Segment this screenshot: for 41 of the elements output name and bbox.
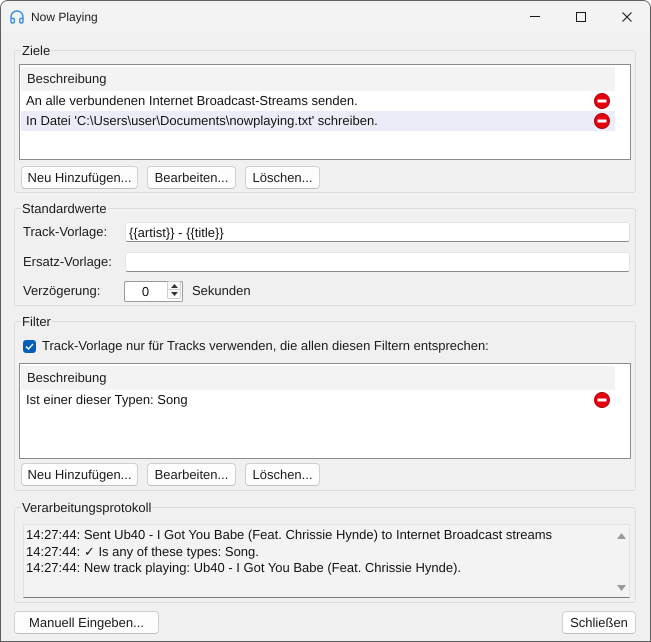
checkbox-label[interactable]: Track-Vorlage nur für Tracks verwenden, die allen diesen Filtern entsprechen: <box>42 336 489 356</box>
add-button[interactable]: Neu Hinzufügen... <box>21 166 138 189</box>
field-label: Ersatz-Vorlage: <box>23 253 113 272</box>
spin-up-button[interactable] <box>167 281 181 290</box>
close-icon <box>622 12 632 22</box>
add-button[interactable]: Neu Hinzufügen... <box>21 463 138 486</box>
manual-entry-button[interactable]: Manuell Eingeben... <box>14 611 159 634</box>
window-title: Now Playing <box>31 8 98 26</box>
column-header[interactable]: Beschreibung <box>21 366 615 390</box>
caret-down-icon <box>170 292 178 296</box>
field-label: Track-Vorlage: <box>23 223 108 242</box>
group-title: Verarbeitungsprotokoll <box>21 500 152 515</box>
close-button[interactable]: Schließen <box>562 611 636 634</box>
minus-circle-icon[interactable] <box>594 93 610 109</box>
fallback-template-field[interactable] <box>125 252 630 272</box>
log-line: 14:27:44: Sent Ub40 - I Got You Babe (Feat. Chrissie Hynde) to Internet Broadcast streams <box>26 527 554 544</box>
minus-circle-icon[interactable] <box>594 392 610 408</box>
group-title: Ziele <box>21 43 52 58</box>
log-line: 14:27:44: ✓ Is any of these types: Song. <box>26 544 260 560</box>
caret-up-icon <box>170 284 178 288</box>
checkmark-icon <box>25 342 34 350</box>
column-header[interactable]: Beschreibung <box>21 67 615 91</box>
spin-down-button[interactable] <box>167 290 181 299</box>
scroll-up-icon[interactable] <box>616 533 626 539</box>
log-line: 14:27:44: New track playing: Ub40 - I Got You Babe (Feat. Chrissie Hynde). <box>26 560 462 576</box>
minimize-icon <box>530 16 540 17</box>
scroll-down-icon[interactable] <box>616 585 626 591</box>
delete-button[interactable]: Löschen... <box>245 166 320 189</box>
maximize-icon <box>576 12 586 22</box>
delete-button[interactable]: Löschen... <box>245 463 320 486</box>
headphones-icon <box>9 8 25 24</box>
group-title: Filter <box>21 314 52 329</box>
minus-circle-icon[interactable] <box>594 113 610 129</box>
group-title: Standardwerte <box>21 201 108 216</box>
edit-button[interactable]: Bearbeiten... <box>147 463 236 486</box>
unit-label: Sekunden <box>192 282 251 300</box>
edit-button[interactable]: Bearbeiten... <box>147 166 236 189</box>
list-row[interactable]: In Datei 'C:\Users\user\Documents\nowplaying.txt' schreiben. <box>21 111 615 131</box>
track-template-field[interactable]: {{artist}} - {{title}} <box>125 222 630 242</box>
field-label: Verzögerung: <box>23 282 102 300</box>
checkbox[interactable] <box>23 340 36 352</box>
